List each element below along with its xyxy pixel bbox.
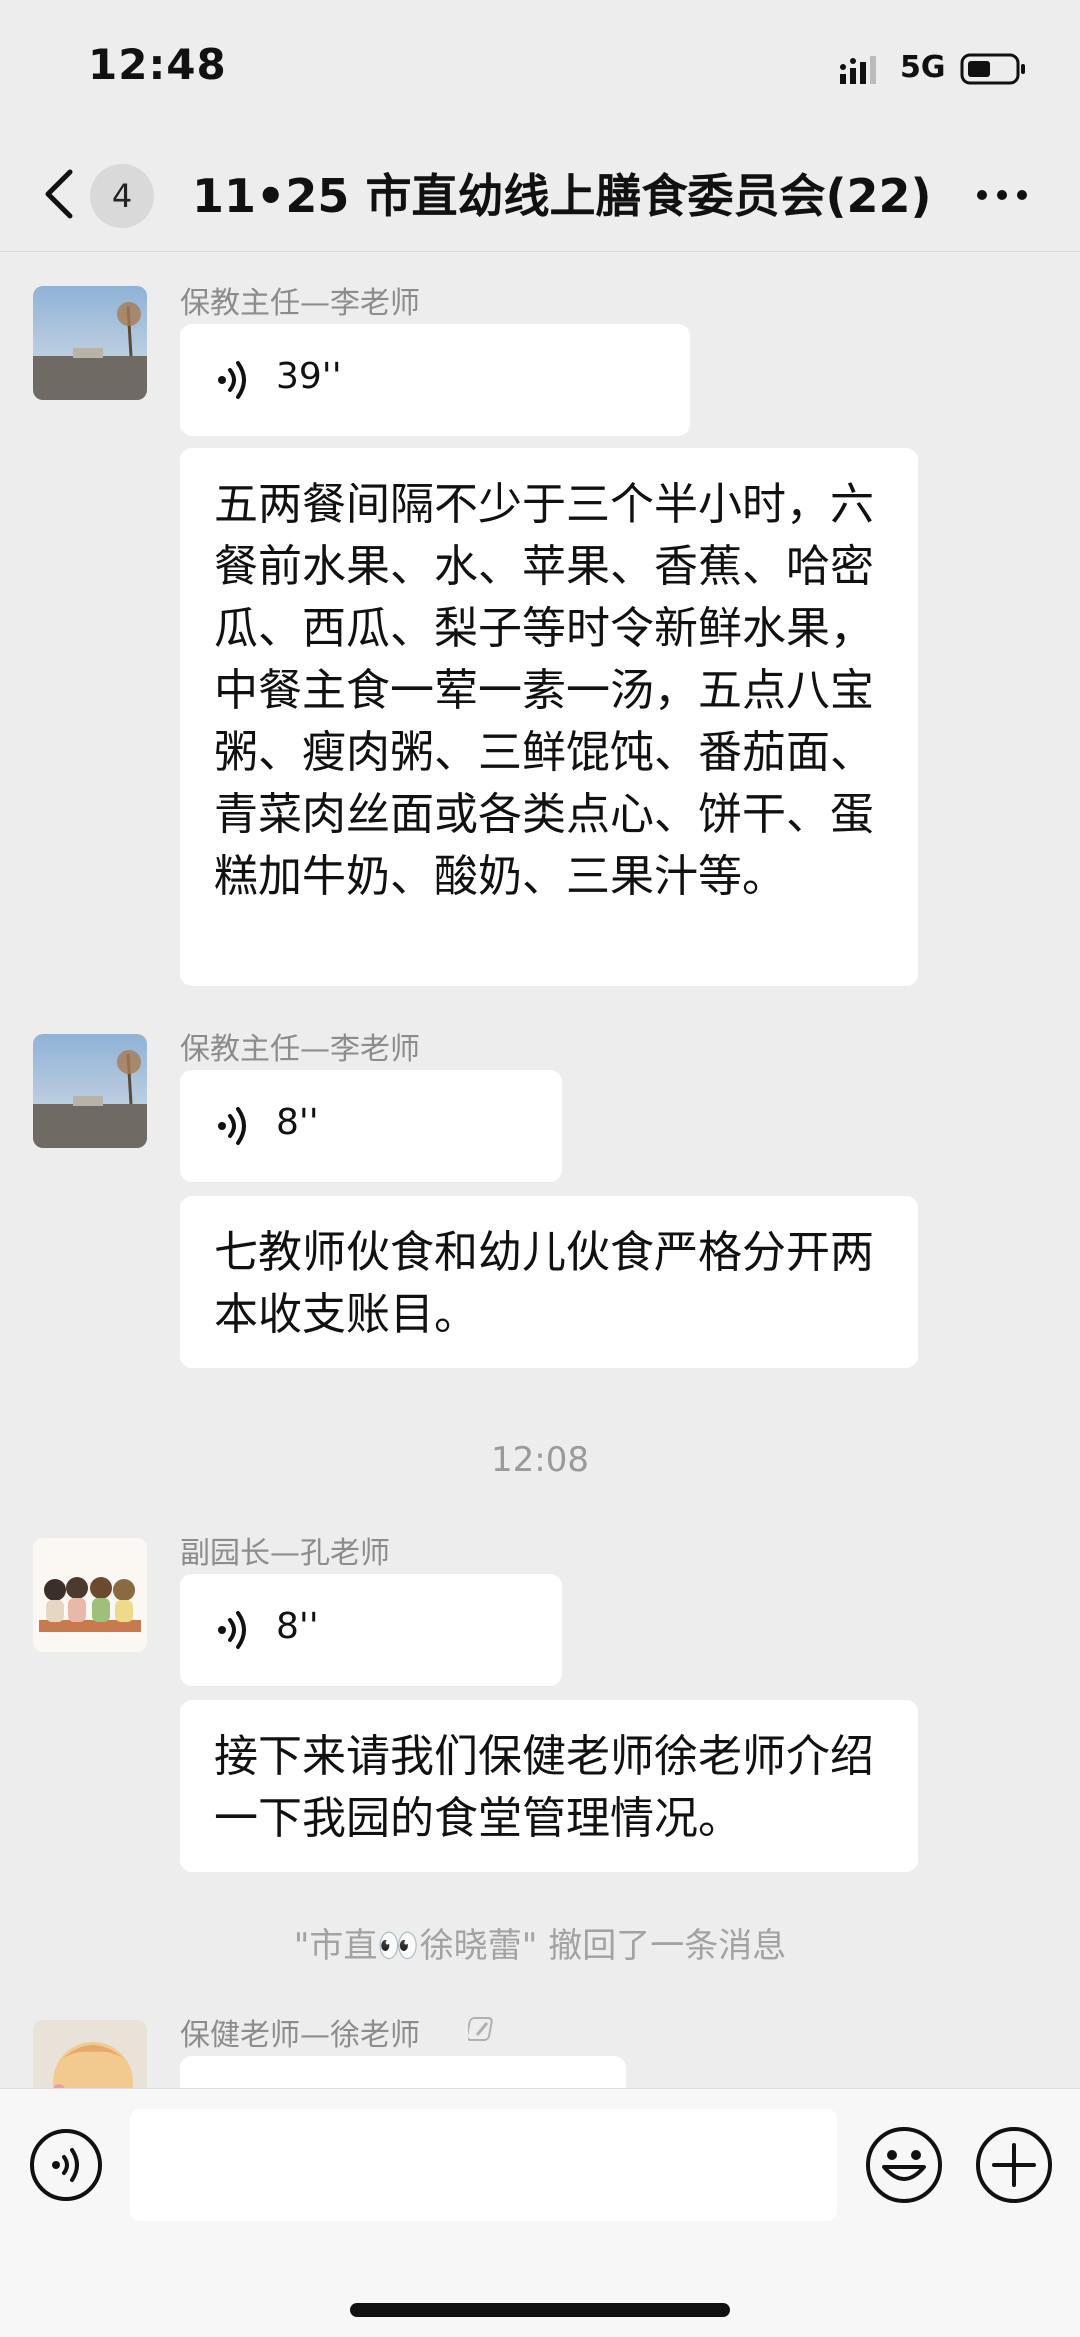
- sender-name: 保健老师—徐老师: [180, 2018, 420, 2053]
- voice-input-icon[interactable]: [28, 2127, 104, 2203]
- landscape-avatar-icon: [33, 286, 147, 400]
- more-options-icon[interactable]: [974, 170, 1030, 220]
- voice-wave-icon: [218, 1611, 246, 1649]
- time-divider: 12:08: [491, 1440, 589, 1480]
- home-indicator[interactable]: [350, 2303, 730, 2317]
- avatar[interactable]: [33, 1034, 147, 1148]
- sender-name: 保教主任—李老师: [180, 286, 420, 321]
- sender-name: 副园长—孔老师: [180, 1536, 390, 1571]
- message-input[interactable]: [130, 2109, 837, 2221]
- signal-icon: [840, 56, 876, 84]
- partial-message-bubble[interactable]: [180, 2056, 626, 2088]
- voice-duration: 39'': [276, 356, 342, 397]
- voice-wave-icon: [218, 1107, 246, 1145]
- avatar[interactable]: [33, 286, 147, 400]
- voice-message[interactable]: 8'': [180, 1070, 562, 1182]
- voice-duration: 8'': [276, 1102, 319, 1143]
- unread-count-badge[interactable]: 4: [90, 164, 154, 228]
- voice-message[interactable]: 8'': [180, 1574, 562, 1686]
- avatar[interactable]: [33, 2020, 147, 2088]
- emoji-icon[interactable]: [864, 2125, 944, 2205]
- chat-screen: 12:48 5G 4 11•25 市直幼线上膳食委员会(22) 保教主任—李老师…: [0, 0, 1080, 2337]
- message-text: 接下来请我们保健老师徐老师介绍一下我园的食堂管理情况。: [214, 1731, 874, 1844]
- battery-icon: [960, 53, 1025, 85]
- message-text: 七教师伙食和幼儿伙食严格分开两本收支账目。: [214, 1227, 874, 1340]
- network-type: 5G: [900, 50, 946, 85]
- text-message[interactable]: 五两餐间隔不少于三个半小时，六餐前水果、水、苹果、香蕉、哈密瓜、西瓜、梨子等时令…: [180, 448, 918, 986]
- voice-duration: 8'': [276, 1606, 319, 1647]
- recall-notice: "市直👀徐晓蕾" 撤回了一条消息: [293, 1926, 787, 1966]
- status-time: 12:48: [88, 40, 227, 89]
- voice-message[interactable]: 39'': [180, 324, 690, 436]
- text-message[interactable]: 接下来请我们保健老师徐老师介绍一下我园的食堂管理情况。: [180, 1700, 918, 1872]
- message-text: 五两餐间隔不少于三个半小时，六餐前水果、水、苹果、香蕉、哈密瓜、西瓜、梨子等时令…: [214, 479, 874, 902]
- edit-mark-icon: [468, 2017, 493, 2041]
- voice-wave-icon: [218, 361, 246, 399]
- chat-title: 11•25 市直幼线上膳食委员会(22): [192, 169, 932, 223]
- text-message[interactable]: 七教师伙食和幼儿伙食严格分开两本收支账目。: [180, 1196, 918, 1368]
- landscape-avatar-icon: [33, 1034, 147, 1148]
- sender-name: 保教主任—李老师: [180, 1032, 420, 1067]
- chat-header: 4 11•25 市直幼线上膳食委员会(22): [0, 140, 1080, 252]
- input-bar: [0, 2088, 1080, 2337]
- back-arrow-icon[interactable]: [40, 166, 76, 222]
- status-bar: 12:48 5G: [0, 0, 1080, 140]
- group-people-avatar-icon: [33, 1538, 147, 1652]
- avatar[interactable]: [33, 1538, 147, 1652]
- plus-icon[interactable]: [974, 2125, 1054, 2205]
- cartoon-avatar-icon: [33, 2020, 147, 2088]
